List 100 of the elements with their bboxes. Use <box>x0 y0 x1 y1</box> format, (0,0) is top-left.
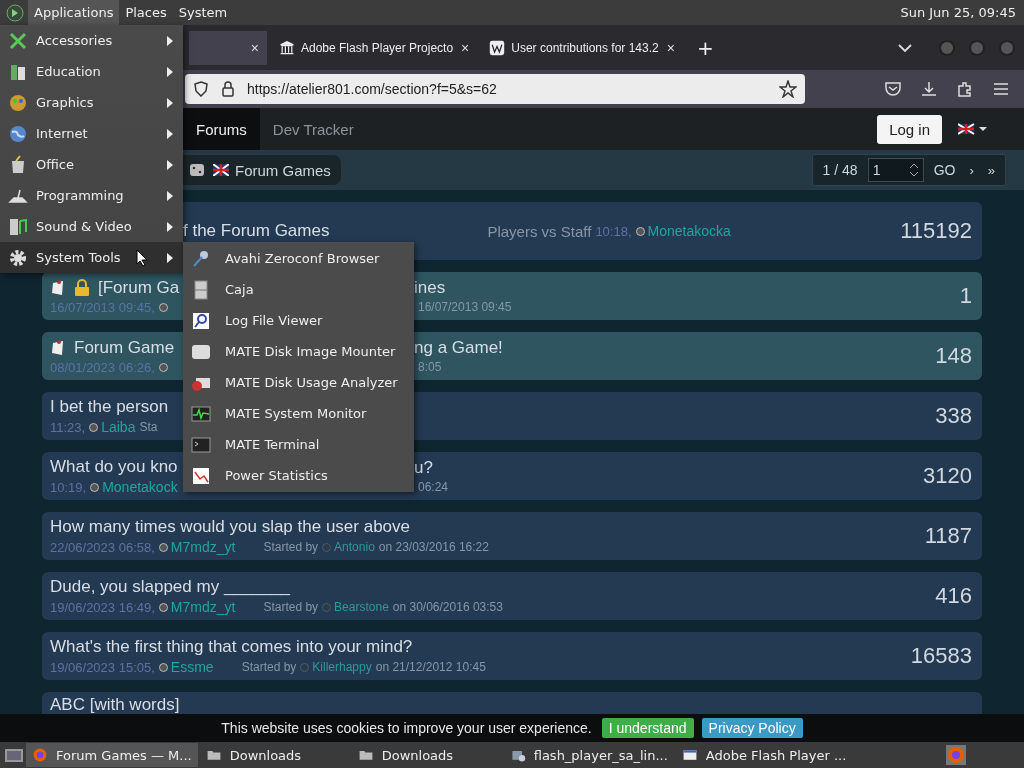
username-link[interactable]: M7mdz_yt <box>170 539 236 555</box>
browser-tab[interactable]: × <box>189 30 267 65</box>
started-date: on 21/12/2012 10:45 <box>375 660 486 674</box>
page-input[interactable]: 1 <box>867 158 924 182</box>
puzzle-icon[interactable] <box>956 80 974 98</box>
browser-tab[interactable]: User contributions for 143.2 × <box>483 30 683 65</box>
menu-item[interactable]: Power Statistics <box>183 460 414 491</box>
cookie-message: This website uses cookies to improve your user experience. <box>221 720 592 736</box>
nav-link[interactable]: Dev Tracker <box>259 108 367 150</box>
taskbar-item[interactable]: Adobe Flash Player ... <box>675 743 853 767</box>
menu-item[interactable]: Accessories <box>0 25 183 56</box>
thread-title[interactable]: How many times would you slap the user above <box>50 517 489 537</box>
username-link[interactable]: Essme <box>170 659 214 675</box>
menu-item[interactable]: Office <box>0 149 183 180</box>
post-date: 10:19, <box>50 479 87 495</box>
show-desktop-icon[interactable] <box>4 746 24 764</box>
close-tab-button[interactable]: × <box>459 39 472 56</box>
post-date: 19/06/2023 15:05, <box>50 659 155 675</box>
thread-title[interactable]: What's the first thing that comes into your mind? <box>50 637 486 657</box>
tab-title: Adobe Flash Player Projecto <box>301 40 454 55</box>
username-link[interactable]: Laiba <box>101 419 136 435</box>
user-dot-icon <box>322 602 332 612</box>
reply-count: 16583 <box>910 643 972 669</box>
panel-menu[interactable]: System <box>172 0 234 25</box>
user-dot-icon <box>322 542 332 552</box>
reply-count: 1187 <box>924 523 972 549</box>
thread-row[interactable]: What's the first thing that comes into your mind? 19/06/2023 15:05, Essme Started by Killerhappy on 21/12/2012 10:45 16583 <box>42 632 982 680</box>
menu-item[interactable]: System Tools <box>0 242 183 273</box>
thread-title[interactable]: ines <box>414 278 512 298</box>
login-button[interactable]: Log in <box>877 114 942 144</box>
chevron-down-icon[interactable] <box>898 42 912 53</box>
thread-title[interactable]: Forum Game <box>74 337 175 358</box>
new-tab-button[interactable]: + <box>688 35 722 60</box>
menu-item[interactable]: Education <box>0 56 183 87</box>
thread-title[interactable]: [Forum Ga <box>98 277 180 298</box>
address-bar[interactable]: https://atelier801.com/section?f=5&s=62 <box>185 74 805 104</box>
submenu-arrow-icon <box>167 159 173 170</box>
started-date: on 23/03/2016 16:22 <box>378 540 489 554</box>
started-date: on 30/06/2016 03:53 <box>392 600 503 614</box>
download-icon[interactable] <box>920 80 938 98</box>
thread-row[interactable]: ABC [with words] <box>42 692 982 714</box>
breadcrumb-pill[interactable]: Forum Games <box>183 155 341 185</box>
reply-count: 148 <box>935 343 972 369</box>
taskbar-item[interactable]: Downloads <box>199 743 350 767</box>
shield-icon[interactable] <box>193 81 209 97</box>
username-link[interactable]: Monetakock <box>102 479 178 495</box>
menu-item[interactable]: MATE System Monitor <box>183 398 414 429</box>
flag-icon <box>213 164 229 176</box>
thread-title[interactable]: What do you kno <box>50 457 178 477</box>
pocket-icon[interactable] <box>884 80 902 98</box>
reply-count: 1 <box>959 283 972 309</box>
last-page-button[interactable]: » <box>983 160 999 180</box>
username-link[interactable]: Bearstone <box>334 600 389 614</box>
username-link[interactable]: Monetakocka <box>647 223 731 239</box>
nav-link[interactable]: Forums <box>183 108 260 150</box>
lock-icon <box>221 81 235 97</box>
close-tab-button[interactable]: × <box>664 39 677 56</box>
thread-title[interactable]: ng a Game! <box>414 338 503 358</box>
submenu-arrow-icon <box>167 66 173 77</box>
taskbar-item[interactable]: flash_player_sa_lin... <box>503 743 674 767</box>
browser-tab[interactable]: Adobe Flash Player Projecto × <box>273 30 478 65</box>
username-link[interactable]: M7mdz_yt <box>170 599 236 615</box>
thread-row[interactable]: Dude, you slapped my _______ 19/06/2023 16:49, M7mdz_yt Started by Bearstone on 30/06/2016 03:53 416 <box>42 572 982 620</box>
next-page-button[interactable]: › <box>965 160 978 180</box>
taskbar-item[interactable]: Forum Games — M... <box>26 743 198 767</box>
magnifier-icon <box>191 310 211 331</box>
reply-count: 416 <box>935 583 972 609</box>
menu-item[interactable]: Graphics <box>0 87 183 118</box>
user-dot-icon <box>158 302 168 312</box>
tab-title: User contributions for 143.2 <box>511 40 659 55</box>
flag-dropdown-icon[interactable] <box>958 123 988 135</box>
reply-count: 338 <box>935 403 972 429</box>
menu-item[interactable]: Caja <box>183 274 414 305</box>
star-icon[interactable] <box>779 80 797 98</box>
panel-menu[interactable]: Applications <box>28 0 120 25</box>
last-post-label: Players vs Staff <box>487 222 592 240</box>
mate-logo-icon <box>6 3 24 22</box>
spinner-icon[interactable] <box>908 162 919 178</box>
menu-item[interactable]: Internet <box>0 118 183 149</box>
close-tab-button[interactable]: × <box>248 39 261 56</box>
thread-row[interactable]: How many times would you slap the user above 22/06/2023 06:58, M7mdz_yt Started by Antonio on 23/03/2016 16:22 1187 <box>42 512 982 560</box>
mouse-cursor-icon <box>136 249 148 267</box>
username-link[interactable]: Killerhappy <box>312 660 372 674</box>
menu-item[interactable]: MATE Disk Image Mounter <box>183 336 414 367</box>
submenu-arrow-icon <box>167 97 173 108</box>
thread-title[interactable]: u? <box>414 458 449 478</box>
started-date: 06:24 <box>418 480 449 494</box>
panel-menu[interactable]: Places <box>119 0 173 25</box>
clock[interactable]: Sun Jun 25, 09:45 <box>892 5 1024 20</box>
user-dot-icon <box>635 226 645 236</box>
taskbar-item[interactable]: Downloads <box>351 743 502 767</box>
thread-title[interactable]: ABC [with words] <box>50 695 180 714</box>
menu-icon[interactable] <box>992 80 1010 98</box>
user-dot-icon <box>158 542 168 552</box>
thread-title[interactable]: Dude, you slapped my _______ <box>50 577 503 597</box>
thread-title[interactable]: f the Forum Games <box>183 221 330 241</box>
username-link[interactable]: Antonio <box>334 540 375 554</box>
thread-title[interactable]: I bet the person <box>50 397 169 417</box>
wiki-icon <box>489 39 506 56</box>
go-button[interactable]: GO <box>929 160 960 180</box>
